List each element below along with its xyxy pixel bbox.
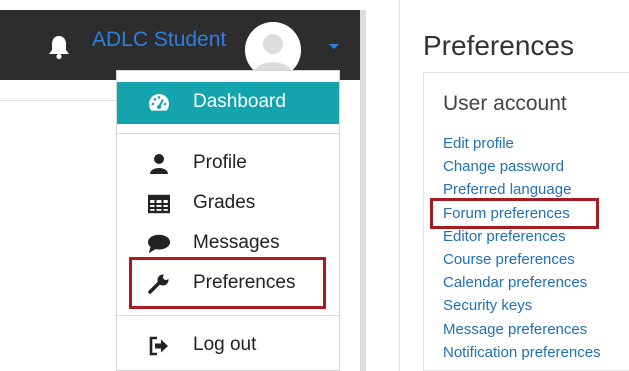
caret-down-icon[interactable]	[329, 44, 339, 49]
menu-item-profile[interactable]: Profile	[117, 143, 339, 183]
sign-out-icon	[147, 335, 171, 357]
menu-divider	[117, 133, 339, 134]
menu-item-dashboard[interactable]: Dashboard	[117, 82, 339, 124]
link-preferred-language[interactable]: Preferred language	[443, 181, 571, 198]
user-menu-panel: ADLC Student Dashboard Profile Grades Me…	[0, 0, 366, 371]
menu-item-label: Messages	[193, 232, 280, 253]
menu-item-label: Log out	[193, 334, 257, 355]
user-name-link[interactable]: ADLC Student	[92, 28, 226, 52]
tachometer-icon	[147, 92, 171, 114]
highlight-box-forum-preferences	[430, 198, 599, 229]
scrollbar[interactable]	[360, 10, 366, 371]
link-editor-preferences[interactable]: Editor preferences	[443, 228, 566, 245]
highlight-box-preferences	[129, 257, 326, 309]
page-divider	[0, 100, 118, 101]
speech-bubble-icon	[147, 233, 171, 255]
user-icon	[147, 153, 171, 175]
user-dropdown-menu: Dashboard Profile Grades Messages Prefer…	[116, 70, 340, 371]
bell-icon[interactable]	[46, 34, 72, 60]
preferences-page: Preferences User account Edit profile Ch…	[399, 0, 629, 371]
link-course-preferences[interactable]: Course preferences	[443, 251, 575, 268]
menu-item-grades[interactable]: Grades	[117, 183, 339, 223]
link-change-password[interactable]: Change password	[443, 158, 564, 175]
link-security-keys[interactable]: Security keys	[443, 297, 532, 314]
menu-item-label: Dashboard	[193, 91, 286, 112]
page-title: Preferences	[423, 30, 574, 61]
link-notification-preferences[interactable]: Notification preferences	[443, 344, 601, 361]
link-calendar-preferences[interactable]: Calendar preferences	[443, 274, 587, 291]
menu-item-label: Grades	[193, 192, 256, 213]
section-heading: User account	[443, 92, 567, 115]
menu-divider	[117, 315, 339, 316]
link-message-preferences[interactable]: Message preferences	[443, 321, 587, 338]
menu-item-logout[interactable]: Log out	[117, 325, 339, 365]
menu-item-label: Profile	[193, 152, 247, 173]
table-icon	[147, 193, 171, 215]
link-edit-profile[interactable]: Edit profile	[443, 135, 514, 152]
